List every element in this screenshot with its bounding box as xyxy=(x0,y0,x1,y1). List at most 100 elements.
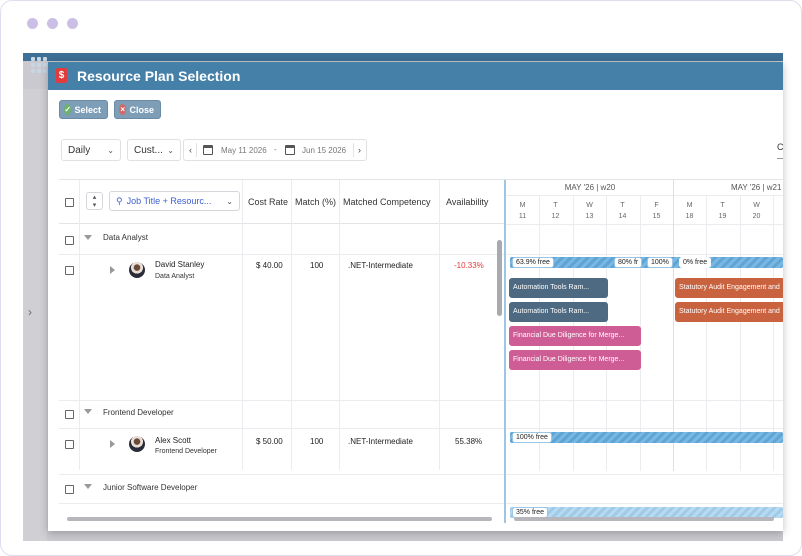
close-button[interactable]: × Close xyxy=(114,100,161,119)
group-label: Frontend Developer xyxy=(103,408,174,417)
collapse-group-icon[interactable] xyxy=(84,484,92,489)
next-range-button[interactable]: › xyxy=(353,143,365,157)
task-bar[interactable]: Statutory Audit Engagement and xyxy=(675,278,783,298)
collapse-group-icon[interactable] xyxy=(84,235,92,240)
day-number: 18 xyxy=(685,213,694,220)
gantt-horizontal-scrollbar[interactable] xyxy=(514,517,774,521)
day-number: 13 xyxy=(585,213,594,220)
gantt-row-divider xyxy=(506,503,783,504)
day-of-week: W xyxy=(753,202,760,209)
cost-rate-cell: $ 50.00 xyxy=(256,437,283,446)
column-divider xyxy=(439,180,440,470)
row-divider xyxy=(59,254,504,255)
week-header: MAY '26 | w21 xyxy=(674,180,783,196)
person-name[interactable]: Alex Scott xyxy=(155,436,191,445)
avatar xyxy=(129,436,145,452)
select-button-label: Select xyxy=(74,104,101,115)
app-launcher-icon[interactable] xyxy=(31,57,47,73)
grid-header: ▴ ▾ ⚲ Job Title + Resourc... ⌄ Cost Rate … xyxy=(59,180,504,224)
day-of-week: F xyxy=(654,202,659,209)
day-gridline xyxy=(773,196,774,471)
day-header: T 19 xyxy=(706,196,739,224)
task-bar[interactable]: Financial Due Diligence for Merge... xyxy=(509,350,641,370)
close-icon: × xyxy=(119,104,127,115)
match-cell: 100 xyxy=(310,261,324,270)
window-dot-close[interactable] xyxy=(27,18,38,29)
week-header: MAY '26 | w20 xyxy=(506,180,674,196)
row-checkbox[interactable] xyxy=(65,440,74,449)
start-date[interactable]: May 11 2026 xyxy=(221,146,267,155)
day-of-week: T xyxy=(553,202,558,209)
column-header-cost-rate[interactable]: Cost Rate xyxy=(248,180,288,224)
task-bar[interactable]: Automation Tools Ram... xyxy=(509,278,608,298)
availability-label: 0% free xyxy=(679,257,712,268)
day-header: T 12 xyxy=(539,196,572,224)
gantt-row-divider xyxy=(506,224,783,225)
window-dot-maximize[interactable] xyxy=(67,18,78,29)
grid-horizontal-scrollbar[interactable] xyxy=(59,516,504,522)
person-name[interactable]: David Stanley xyxy=(155,260,204,269)
day-header: W 13 xyxy=(573,196,606,224)
group-checkbox[interactable] xyxy=(65,485,74,494)
expand-sidebar-icon[interactable]: › xyxy=(28,305,32,319)
row-divider xyxy=(59,474,504,475)
calendar-icon[interactable] xyxy=(285,145,295,155)
dialog-title: Resource Plan Selection xyxy=(77,68,241,84)
window-dot-minimize[interactable] xyxy=(47,18,58,29)
task-bar[interactable]: Automation Tools Ram... xyxy=(509,302,608,322)
day-number: 19 xyxy=(718,213,727,220)
task-bar[interactable]: Statutory Audit Engagement and xyxy=(675,302,783,322)
resource-grid: ▴ ▾ ⚲ Job Title + Resourc... ⌄ Cost Rate … xyxy=(59,179,783,523)
calendar-icon[interactable] xyxy=(203,145,213,155)
group-by-icon: ⚲ xyxy=(116,195,123,206)
range-mode-dropdown[interactable]: Cust... ⌄ xyxy=(127,139,181,161)
select-button[interactable]: ✓ Select xyxy=(59,100,108,119)
group-checkbox[interactable] xyxy=(65,410,74,419)
chevron-down-icon: ⌄ xyxy=(107,145,114,155)
gantt-timeline: MAY '26 | w20 MAY '26 | w21 M 11 T 12 W 13 … xyxy=(506,180,783,523)
close-button-label: Close xyxy=(129,104,154,115)
select-all-checkbox[interactable] xyxy=(65,198,74,207)
view-mode-dropdown[interactable]: Daily ⌄ xyxy=(61,139,121,161)
grid-vertical-scrollbar[interactable] xyxy=(497,230,503,468)
chevron-down-icon: ⌄ xyxy=(167,145,174,155)
column-header-availability[interactable]: Availability xyxy=(446,180,488,224)
group-by-dropdown[interactable]: ⚲ Job Title + Resourc... ⌄ xyxy=(109,191,240,211)
task-bar[interactable]: Financial Due Diligence for Merge... xyxy=(509,326,641,346)
resource-plan-dialog: $ Resource Plan Selection ✓ Select × Clo… xyxy=(48,62,783,531)
column-divider xyxy=(339,180,340,470)
availability-label: 100% xyxy=(647,257,673,268)
availability-cell: -10.33% xyxy=(454,261,484,270)
gantt-row-divider xyxy=(506,474,783,475)
dialog-header: $ Resource Plan Selection xyxy=(48,62,783,90)
sort-toggle-button[interactable]: ▴ ▾ xyxy=(86,192,103,210)
chevron-down-icon: ⌄ xyxy=(226,196,233,206)
availability-cell: 55.38% xyxy=(455,437,483,446)
competency-cell: .NET-Intermediate xyxy=(348,437,413,446)
day-of-week: M xyxy=(686,202,693,209)
scrollbar-thumb[interactable] xyxy=(497,240,502,316)
expand-row-icon[interactable] xyxy=(110,440,115,448)
expand-row-icon[interactable] xyxy=(110,266,115,274)
day-number: 12 xyxy=(551,213,560,220)
availability-label: 80% fr xyxy=(614,257,643,268)
app-top-bar xyxy=(23,53,783,61)
app-logo-icon: $ xyxy=(56,68,67,83)
gantt-row-divider xyxy=(506,400,783,401)
column-divider xyxy=(242,180,243,470)
collapse-group-icon[interactable] xyxy=(84,409,92,414)
person-role: Data Analyst xyxy=(155,273,195,280)
end-date[interactable]: Jun 15 2026 xyxy=(302,146,346,155)
gantt-row-divider xyxy=(506,428,783,429)
column-header-competency[interactable]: Matched Competency xyxy=(343,180,431,224)
match-cell: 100 xyxy=(310,437,324,446)
row-checkbox[interactable] xyxy=(65,266,74,275)
row-divider xyxy=(59,428,504,429)
group-label: Data Analyst xyxy=(103,233,148,242)
group-checkbox[interactable] xyxy=(65,236,74,245)
previous-range-button[interactable]: ‹ xyxy=(185,143,197,157)
scrollbar-thumb[interactable] xyxy=(67,517,492,521)
column-header-match[interactable]: Match (%) xyxy=(295,180,336,224)
day-header: W 20 xyxy=(740,196,773,224)
date-separator: - xyxy=(274,145,277,154)
